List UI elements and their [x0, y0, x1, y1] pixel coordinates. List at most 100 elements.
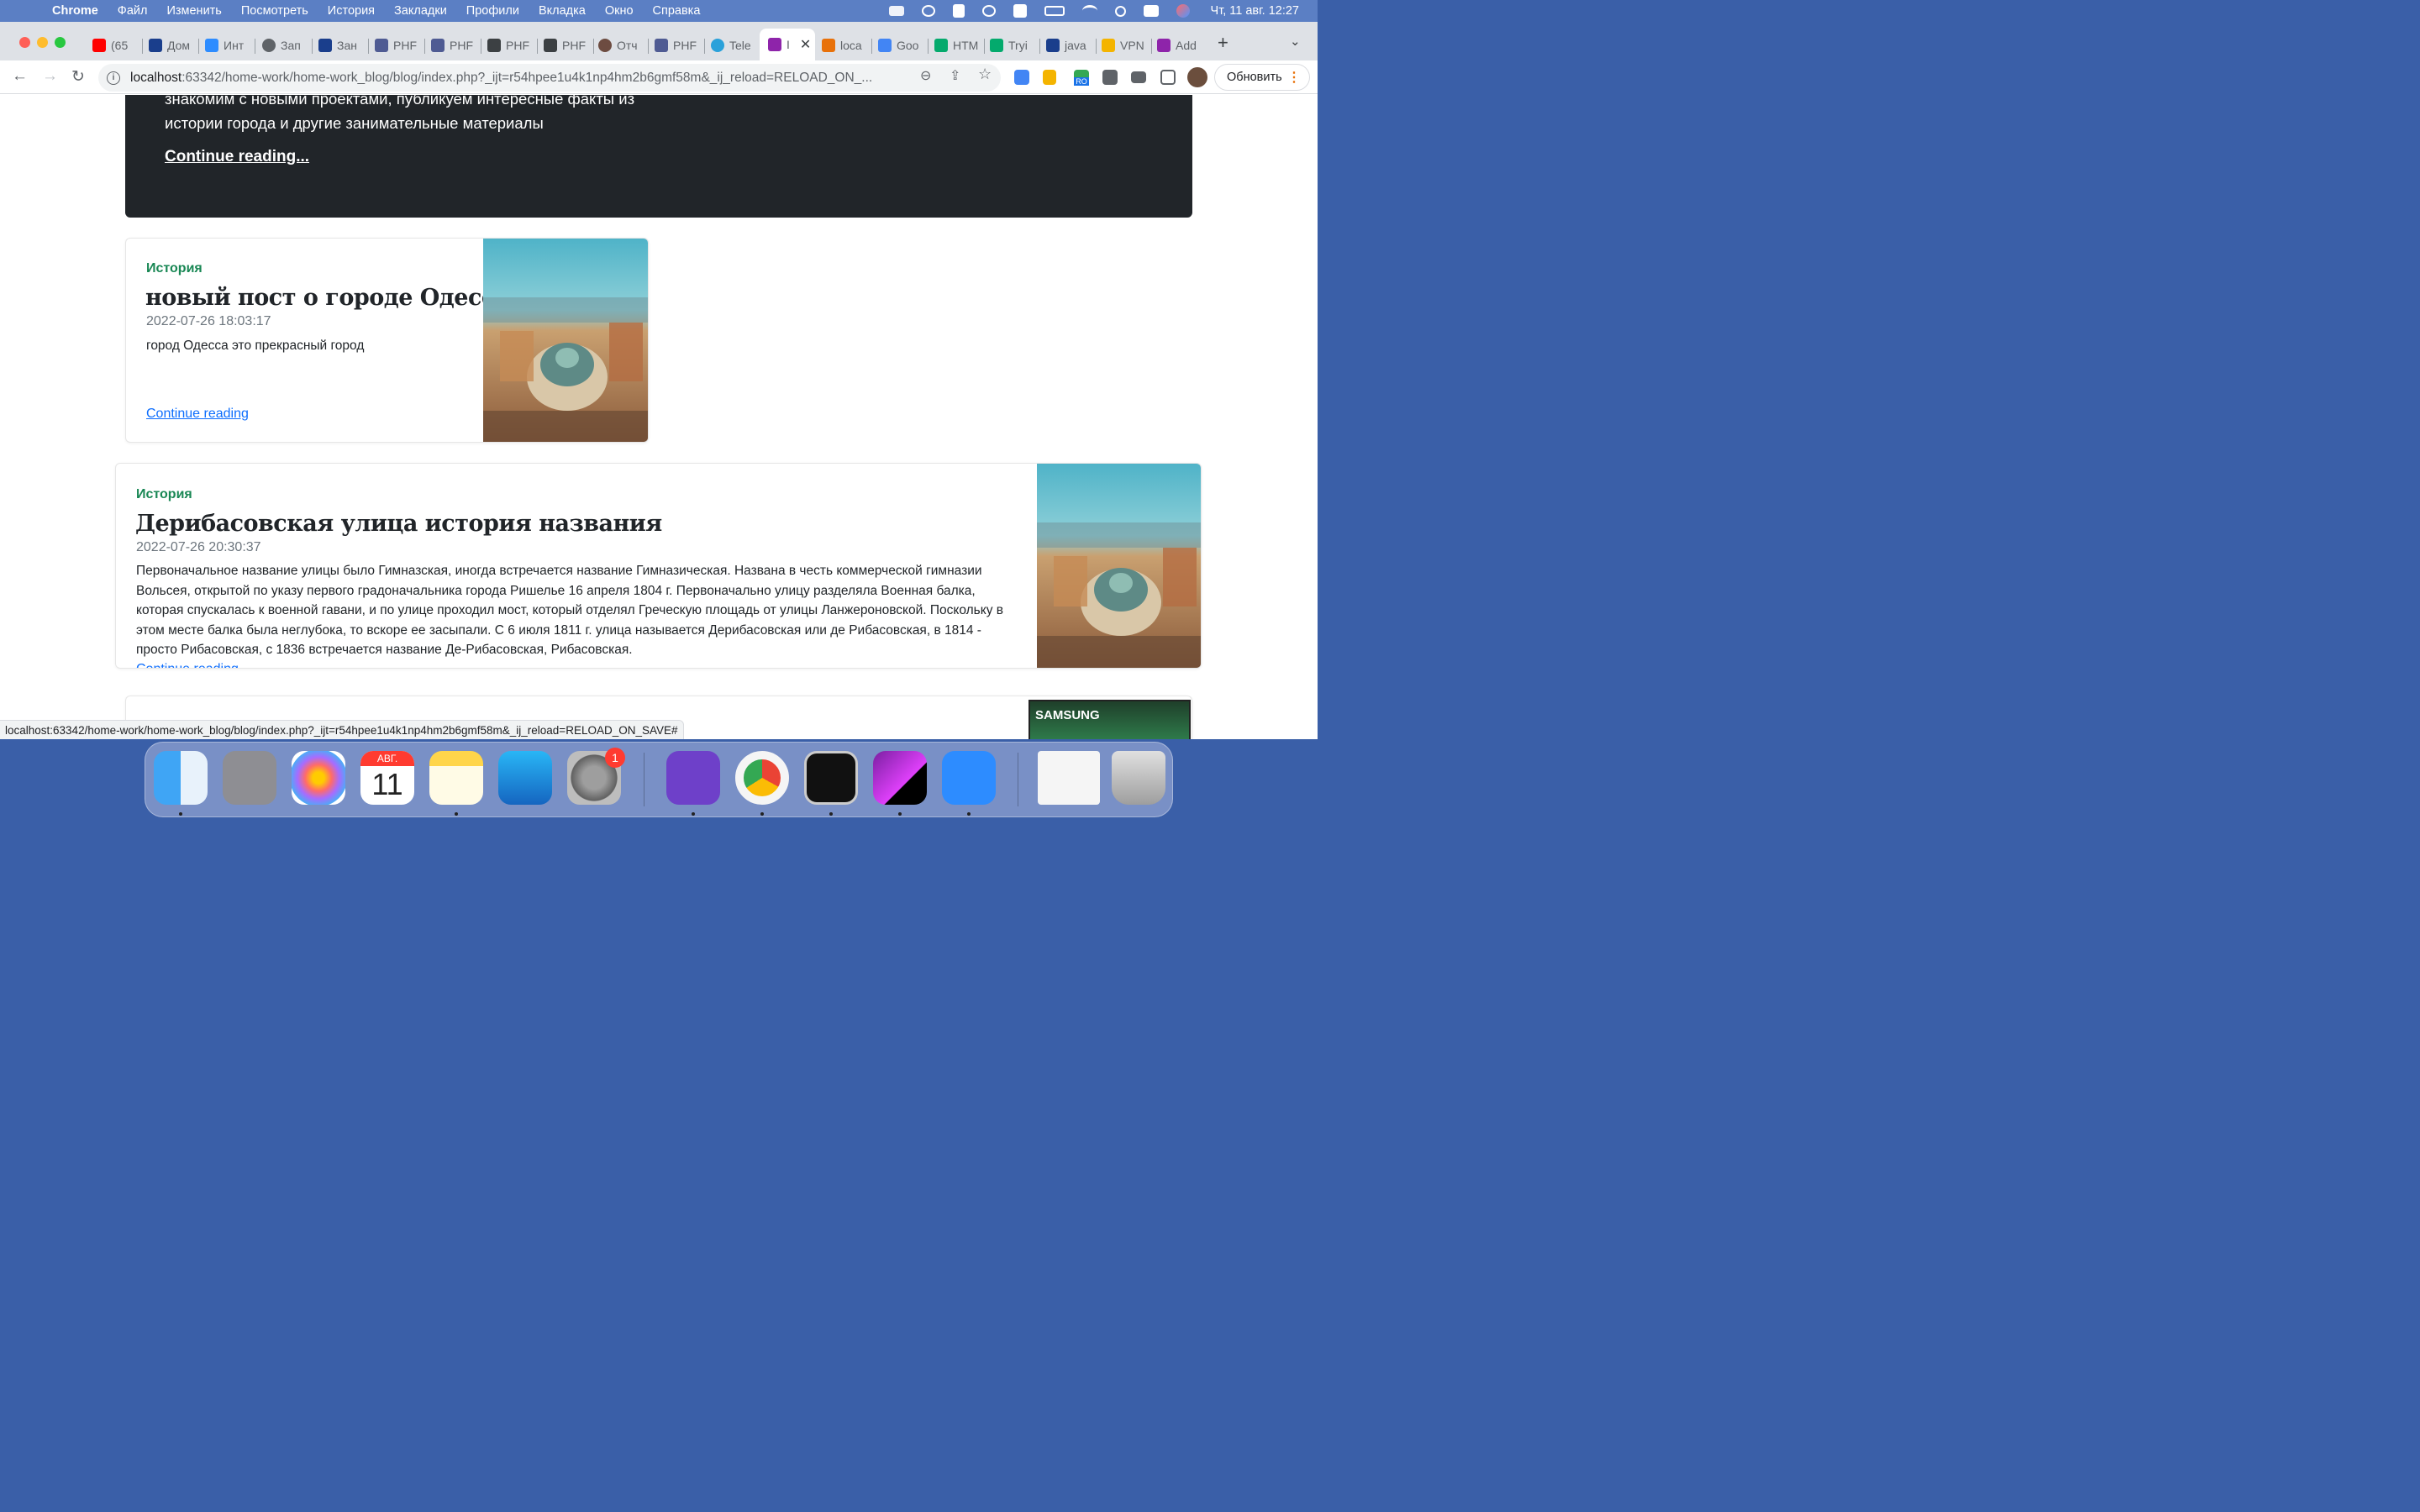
macos-menu-bar: Chrome Файл Изменить Посмотреть История …: [0, 0, 1318, 22]
hero-continue-link[interactable]: Continue reading...: [165, 148, 309, 166]
tab-label: PHF: [673, 39, 697, 52]
finder-icon[interactable]: [154, 751, 208, 805]
new-tab-button[interactable]: +: [1218, 32, 1228, 54]
keyboard-layout-icon[interactable]: [1013, 4, 1027, 18]
menu-app-name[interactable]: Chrome: [52, 4, 98, 18]
lightning-extension-icon[interactable]: [1043, 70, 1056, 85]
continue-reading-link[interactable]: Continue reading: [136, 662, 239, 668]
continue-reading-link[interactable]: Continue reading: [146, 407, 249, 422]
bookmark-star-icon[interactable]: ☆: [978, 66, 992, 83]
gmail-icon: [544, 39, 557, 52]
tab-php-3[interactable]: PHF: [487, 34, 531, 57]
odessa-opera-image: [483, 239, 648, 442]
battery-icon[interactable]: [1044, 6, 1065, 16]
menu-profiles[interactable]: Профили: [466, 4, 519, 18]
ro-extension-icon[interactable]: RO: [1074, 70, 1089, 86]
menu-help[interactable]: Справка: [653, 4, 701, 18]
update-button[interactable]: Обновить ⋮: [1214, 64, 1310, 91]
more-menu-icon[interactable]: ⋮: [1287, 69, 1301, 86]
tab-zoom[interactable]: Инт: [205, 34, 249, 57]
tab-vpn[interactable]: VPN: [1102, 34, 1145, 57]
share-icon[interactable]: ⇪: [950, 67, 960, 84]
launchpad-icon[interactable]: [223, 751, 276, 805]
menu-file[interactable]: Файл: [118, 4, 148, 18]
tab-zan[interactable]: Зан: [318, 34, 362, 57]
tab-php-5[interactable]: PHF: [655, 34, 698, 57]
address-url[interactable]: localhost:63342/home-work/home-work_blog…: [130, 71, 910, 86]
macos-dock: АВГ. 11 1: [145, 742, 1173, 817]
reading-list-icon[interactable]: [1131, 71, 1146, 83]
tab-java[interactable]: java: [1046, 34, 1090, 57]
app-store-icon[interactable]: [498, 751, 552, 805]
translate-extension-icon[interactable]: [1014, 70, 1029, 85]
post-title: новый пост о городе Одесса: [145, 285, 509, 311]
puzzle-extensions-icon[interactable]: [1102, 70, 1118, 85]
tab-zap[interactable]: Зап: [262, 34, 306, 57]
tab-youtube[interactable]: (65: [92, 34, 136, 57]
terminal-icon[interactable]: [804, 751, 858, 805]
trash-icon[interactable]: [1112, 751, 1165, 805]
zoom-icon[interactable]: [942, 751, 996, 805]
search-icon[interactable]: [1114, 5, 1126, 17]
tab-label: I: [786, 38, 790, 51]
reload-button[interactable]: ↻: [71, 67, 85, 87]
tab-add[interactable]: Add: [1157, 34, 1201, 57]
github-desktop-icon[interactable]: [666, 751, 720, 805]
page-viewport: знакомим с новыми проектами, публикуем и…: [0, 95, 1318, 739]
tab-php-4[interactable]: PHF: [544, 34, 587, 57]
php-icon: [655, 39, 668, 52]
w3schools-icon: [990, 39, 1003, 52]
tab-php-2[interactable]: PHF: [431, 34, 475, 57]
tab-active-blog[interactable]: I ✕: [760, 29, 815, 60]
forward-button[interactable]: →: [42, 67, 58, 86]
address-bar[interactable]: i localhost:63342/home-work/home-work_bl…: [98, 64, 1001, 92]
tab-php-1[interactable]: PHF: [375, 34, 418, 57]
zoom-status-icon[interactable]: [888, 6, 904, 16]
tab-search-chevron-icon[interactable]: ⌄: [1290, 34, 1301, 49]
chrome-window-thumbnail[interactable]: [1038, 751, 1100, 805]
tab-label: PHF: [562, 39, 586, 52]
menu-history[interactable]: История: [328, 4, 375, 18]
wifi-icon[interactable]: [1081, 5, 1097, 17]
browser-toolbar: ← → ↻ i localhost:63342/home-work/home-w…: [0, 60, 1318, 94]
calendar-day: 11: [371, 767, 403, 801]
zoom-out-icon[interactable]: ⊖: [920, 67, 931, 84]
menu-window[interactable]: Окно: [605, 4, 634, 18]
zoom-window-button[interactable]: [55, 37, 66, 48]
tab-w3-html[interactable]: HTM: [934, 34, 978, 57]
photos-icon[interactable]: [292, 751, 345, 805]
profile-avatar[interactable]: [1187, 67, 1207, 87]
menu-tab[interactable]: Вкладка: [539, 4, 586, 18]
minimize-window-button[interactable]: [37, 37, 48, 48]
phpstorm-icon[interactable]: [873, 751, 927, 805]
back-button[interactable]: ←: [12, 67, 28, 86]
close-window-button[interactable]: [19, 37, 30, 48]
tab-google-translate[interactable]: Goo: [878, 34, 922, 57]
site-info-icon[interactable]: i: [107, 71, 120, 85]
notes-icon[interactable]: [429, 751, 483, 805]
tab-otch[interactable]: Отч: [598, 34, 642, 57]
calendar-icon[interactable]: АВГ. 11: [360, 751, 414, 805]
cloud-sync-icon[interactable]: [921, 5, 935, 17]
tab-phpmyadmin[interactable]: loca: [822, 34, 865, 57]
menu-clock[interactable]: Чт, 11 авг. 12:27: [1211, 4, 1299, 18]
php-icon: [431, 39, 445, 52]
play-icon[interactable]: [981, 5, 996, 17]
translate-icon: [878, 39, 892, 52]
tab-telegram[interactable]: Tele: [711, 34, 755, 57]
menu-view[interactable]: Посмотреть: [241, 4, 308, 18]
control-center-icon[interactable]: [1143, 5, 1159, 17]
post-excerpt: Первоначальное название улицы было Гимна…: [136, 564, 1004, 657]
tab-w3-try[interactable]: Tryi: [990, 34, 1034, 57]
close-tab-icon[interactable]: ✕: [800, 36, 811, 53]
chrome-icon[interactable]: [735, 751, 789, 805]
hero-lead-line-1: знакомим с новыми проектами, публикуем и…: [165, 95, 635, 108]
globe-icon: [262, 39, 276, 52]
siri-icon[interactable]: [1176, 4, 1190, 18]
side-panel-icon[interactable]: [1160, 70, 1176, 85]
tab-dom[interactable]: Дом: [149, 34, 192, 57]
notification-icon[interactable]: [952, 4, 965, 18]
menu-bookmarks[interactable]: Закладки: [394, 4, 447, 18]
menu-edit[interactable]: Изменить: [166, 4, 221, 18]
tab-label: Дом: [167, 39, 191, 52]
